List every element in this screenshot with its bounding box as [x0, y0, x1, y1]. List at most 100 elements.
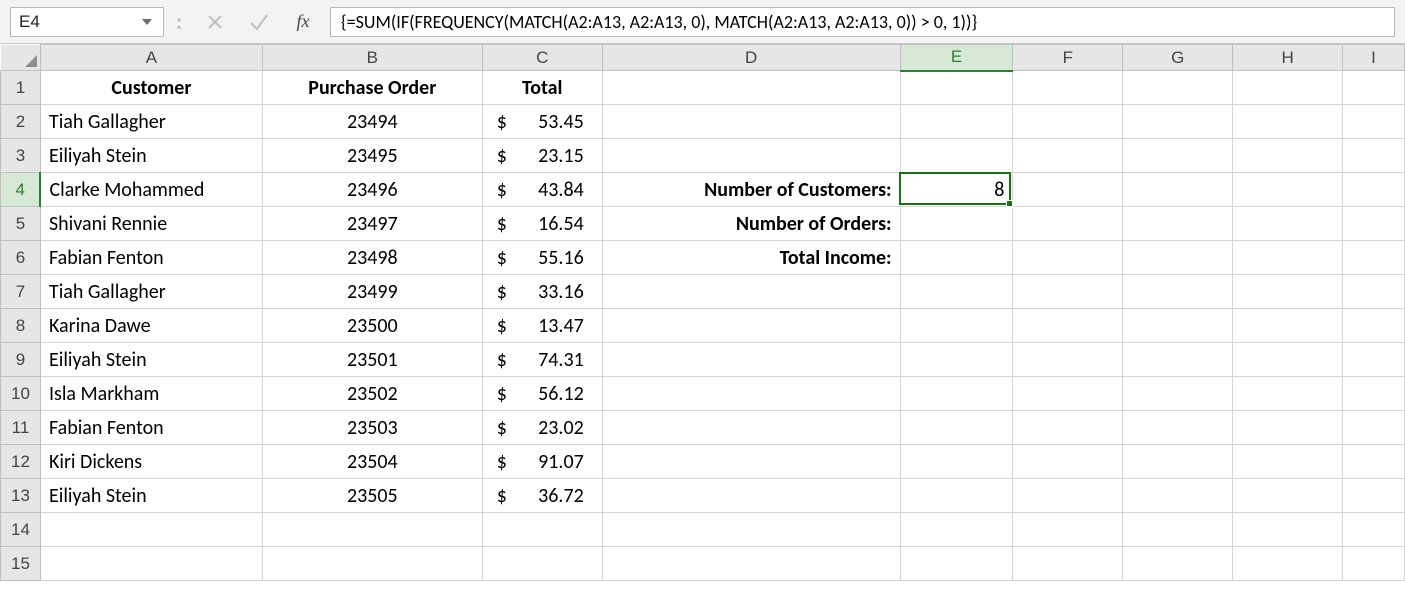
cell-F13[interactable]: [1013, 479, 1123, 513]
cell-D14[interactable]: [602, 513, 900, 547]
col-header-H[interactable]: H: [1233, 45, 1343, 71]
enter-button[interactable]: [238, 0, 280, 43]
cell-B13[interactable]: 23505: [262, 479, 482, 513]
cell-B12[interactable]: 23504: [262, 445, 482, 479]
cell-H7[interactable]: [1233, 275, 1343, 309]
cell-D10[interactable]: [602, 377, 900, 411]
cell-D11[interactable]: [602, 411, 900, 445]
cell-D5[interactable]: Number of Orders:: [602, 207, 900, 241]
cell-G3[interactable]: [1123, 139, 1233, 173]
cell-E4[interactable]: 8: [900, 173, 1013, 207]
cell-H6[interactable]: [1233, 241, 1343, 275]
cell-B2[interactable]: 23494: [262, 105, 482, 139]
cell-B7[interactable]: 23499: [262, 275, 482, 309]
cell-A1[interactable]: Customer: [40, 71, 262, 105]
cell-B11[interactable]: 23503: [262, 411, 482, 445]
cell-G12[interactable]: [1123, 445, 1233, 479]
cell-F2[interactable]: [1013, 105, 1123, 139]
cell-I14[interactable]: [1343, 513, 1405, 547]
cell-B15[interactable]: [262, 547, 482, 581]
cell-B4[interactable]: 23496: [262, 173, 482, 207]
cell-I2[interactable]: [1343, 105, 1405, 139]
cell-G9[interactable]: [1123, 343, 1233, 377]
cell-C1[interactable]: Total: [482, 71, 602, 105]
spreadsheet-grid[interactable]: A B C D E F G H I 1 Customer Purchase Or…: [0, 44, 1405, 581]
cell-E2[interactable]: [900, 105, 1013, 139]
cell-D12[interactable]: [602, 445, 900, 479]
cell-C4[interactable]: $43.84: [482, 173, 602, 207]
cell-F12[interactable]: [1013, 445, 1123, 479]
cell-H11[interactable]: [1233, 411, 1343, 445]
cell-G8[interactable]: [1123, 309, 1233, 343]
cell-G11[interactable]: [1123, 411, 1233, 445]
row-header-1[interactable]: 1: [1, 71, 41, 105]
cell-E1[interactable]: [900, 71, 1013, 105]
cell-I9[interactable]: [1343, 343, 1405, 377]
cell-D6[interactable]: Total Income:: [602, 241, 900, 275]
cell-B8[interactable]: 23500: [262, 309, 482, 343]
row-header-15[interactable]: 15: [1, 547, 41, 581]
row-header-9[interactable]: 9: [1, 343, 41, 377]
cell-G14[interactable]: [1123, 513, 1233, 547]
cell-E10[interactable]: [900, 377, 1013, 411]
col-header-F[interactable]: F: [1013, 45, 1123, 71]
row-header-7[interactable]: 7: [1, 275, 41, 309]
cell-F10[interactable]: [1013, 377, 1123, 411]
cell-H5[interactable]: [1233, 207, 1343, 241]
cell-A13[interactable]: Eiliyah Stein: [40, 479, 262, 513]
cell-E13[interactable]: [900, 479, 1013, 513]
cell-F5[interactable]: [1013, 207, 1123, 241]
cell-C11[interactable]: $23.02: [482, 411, 602, 445]
cell-B1[interactable]: Purchase Order: [262, 71, 482, 105]
cell-I11[interactable]: [1343, 411, 1405, 445]
row-header-14[interactable]: 14: [1, 513, 41, 547]
cell-I7[interactable]: [1343, 275, 1405, 309]
cell-G13[interactable]: [1123, 479, 1233, 513]
cell-C14[interactable]: [482, 513, 602, 547]
cell-A2[interactable]: Tiah Gallagher: [40, 105, 262, 139]
cell-H10[interactable]: [1233, 377, 1343, 411]
col-header-C[interactable]: C: [482, 45, 602, 71]
cell-A12[interactable]: Kiri Dickens: [40, 445, 262, 479]
row-header-3[interactable]: 3: [1, 139, 41, 173]
cell-I15[interactable]: [1343, 547, 1405, 581]
cell-F6[interactable]: [1013, 241, 1123, 275]
cell-B10[interactable]: 23502: [262, 377, 482, 411]
row-header-2[interactable]: 2: [1, 105, 41, 139]
cell-G10[interactable]: [1123, 377, 1233, 411]
row-header-13[interactable]: 13: [1, 479, 41, 513]
row-header-8[interactable]: 8: [1, 309, 41, 343]
cell-E14[interactable]: [900, 513, 1013, 547]
cell-F9[interactable]: [1013, 343, 1123, 377]
row-header-6[interactable]: 6: [1, 241, 41, 275]
cell-C9[interactable]: $74.31: [482, 343, 602, 377]
col-header-E[interactable]: E: [900, 45, 1013, 71]
cell-H13[interactable]: [1233, 479, 1343, 513]
cell-C12[interactable]: $91.07: [482, 445, 602, 479]
cell-F8[interactable]: [1013, 309, 1123, 343]
name-box-dropdown-icon[interactable]: [139, 8, 155, 36]
row-header-10[interactable]: 10: [1, 377, 41, 411]
cell-I12[interactable]: [1343, 445, 1405, 479]
cell-D7[interactable]: [602, 275, 900, 309]
cell-F15[interactable]: [1013, 547, 1123, 581]
cell-A15[interactable]: [40, 547, 262, 581]
col-header-A[interactable]: A: [40, 45, 262, 71]
cell-I3[interactable]: [1343, 139, 1405, 173]
cell-B5[interactable]: 23497: [262, 207, 482, 241]
cell-A14[interactable]: [40, 513, 262, 547]
cell-H8[interactable]: [1233, 309, 1343, 343]
cell-F14[interactable]: [1013, 513, 1123, 547]
cell-C10[interactable]: $56.12: [482, 377, 602, 411]
cell-C8[interactable]: $13.47: [482, 309, 602, 343]
cell-H14[interactable]: [1233, 513, 1343, 547]
cell-D4[interactable]: Number of Customers:: [602, 173, 900, 207]
cell-H15[interactable]: [1233, 547, 1343, 581]
cell-E6[interactable]: [900, 241, 1013, 275]
cell-I4[interactable]: [1343, 173, 1405, 207]
cell-D8[interactable]: [602, 309, 900, 343]
cell-E9[interactable]: [900, 343, 1013, 377]
cell-G15[interactable]: [1123, 547, 1233, 581]
cell-B6[interactable]: 23498: [262, 241, 482, 275]
cell-G1[interactable]: [1123, 71, 1233, 105]
